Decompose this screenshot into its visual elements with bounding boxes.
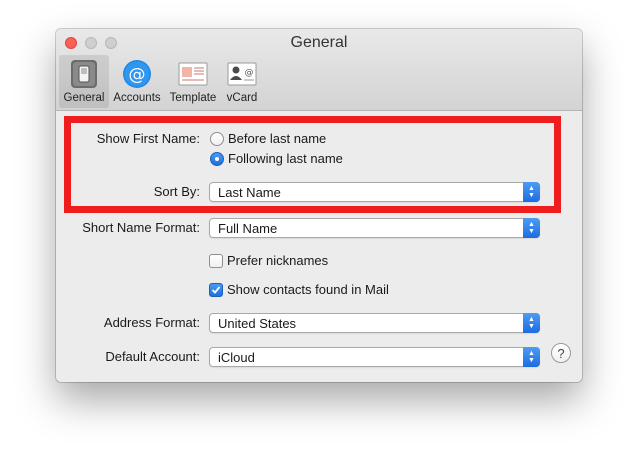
address-format-value: United States	[218, 316, 297, 331]
checkmark-icon	[211, 286, 221, 294]
show-contacts-mail-label[interactable]: Show contacts found in Mail	[227, 282, 389, 297]
chevron-updown-icon: ▲ ▼	[523, 347, 540, 367]
tab-vcard[interactable]: @ vCard	[221, 55, 263, 108]
at-sign-icon: @	[121, 58, 153, 90]
chevron-updown-icon: ▲ ▼	[523, 313, 540, 333]
address-format-label: Address Format:	[103, 315, 200, 330]
prefer-nicknames-checkbox[interactable]	[209, 254, 223, 268]
show-contacts-mail-checkbox[interactable]	[209, 283, 223, 297]
annotation-highlight-box	[64, 116, 561, 213]
default-account-value: iCloud	[218, 350, 255, 365]
svg-text:@: @	[129, 65, 146, 85]
template-card-icon	[177, 58, 209, 90]
tab-accounts[interactable]: @ Accounts	[111, 55, 163, 108]
help-button[interactable]: ?	[551, 343, 571, 363]
short-name-format-popup[interactable]: Full Name ▲ ▼	[209, 218, 540, 238]
default-account-popup[interactable]: iCloud ▲ ▼	[209, 347, 540, 367]
tab-vcard-label: vCard	[226, 92, 258, 104]
svg-text:@: @	[245, 68, 254, 78]
window-title: General	[290, 34, 348, 51]
chevron-updown-icon: ▲ ▼	[523, 218, 540, 238]
tab-template[interactable]: Template	[167, 55, 219, 108]
general-switch-icon	[68, 58, 100, 90]
prefer-nicknames-label[interactable]: Prefer nicknames	[227, 253, 328, 268]
tab-general[interactable]: General	[59, 55, 109, 108]
address-format-popup[interactable]: United States ▲ ▼	[209, 313, 540, 333]
default-account-label: Default Account:	[105, 349, 200, 364]
tab-template-label: Template	[169, 92, 217, 104]
short-name-format-label: Short Name Format:	[82, 220, 200, 235]
short-name-format-value: Full Name	[218, 221, 278, 236]
tab-general-label: General	[63, 92, 105, 104]
tab-accounts-label: Accounts	[113, 92, 161, 104]
titlebar: General General @ Accounts Template @ vC…	[56, 29, 582, 111]
vcard-icon: @	[226, 58, 258, 90]
